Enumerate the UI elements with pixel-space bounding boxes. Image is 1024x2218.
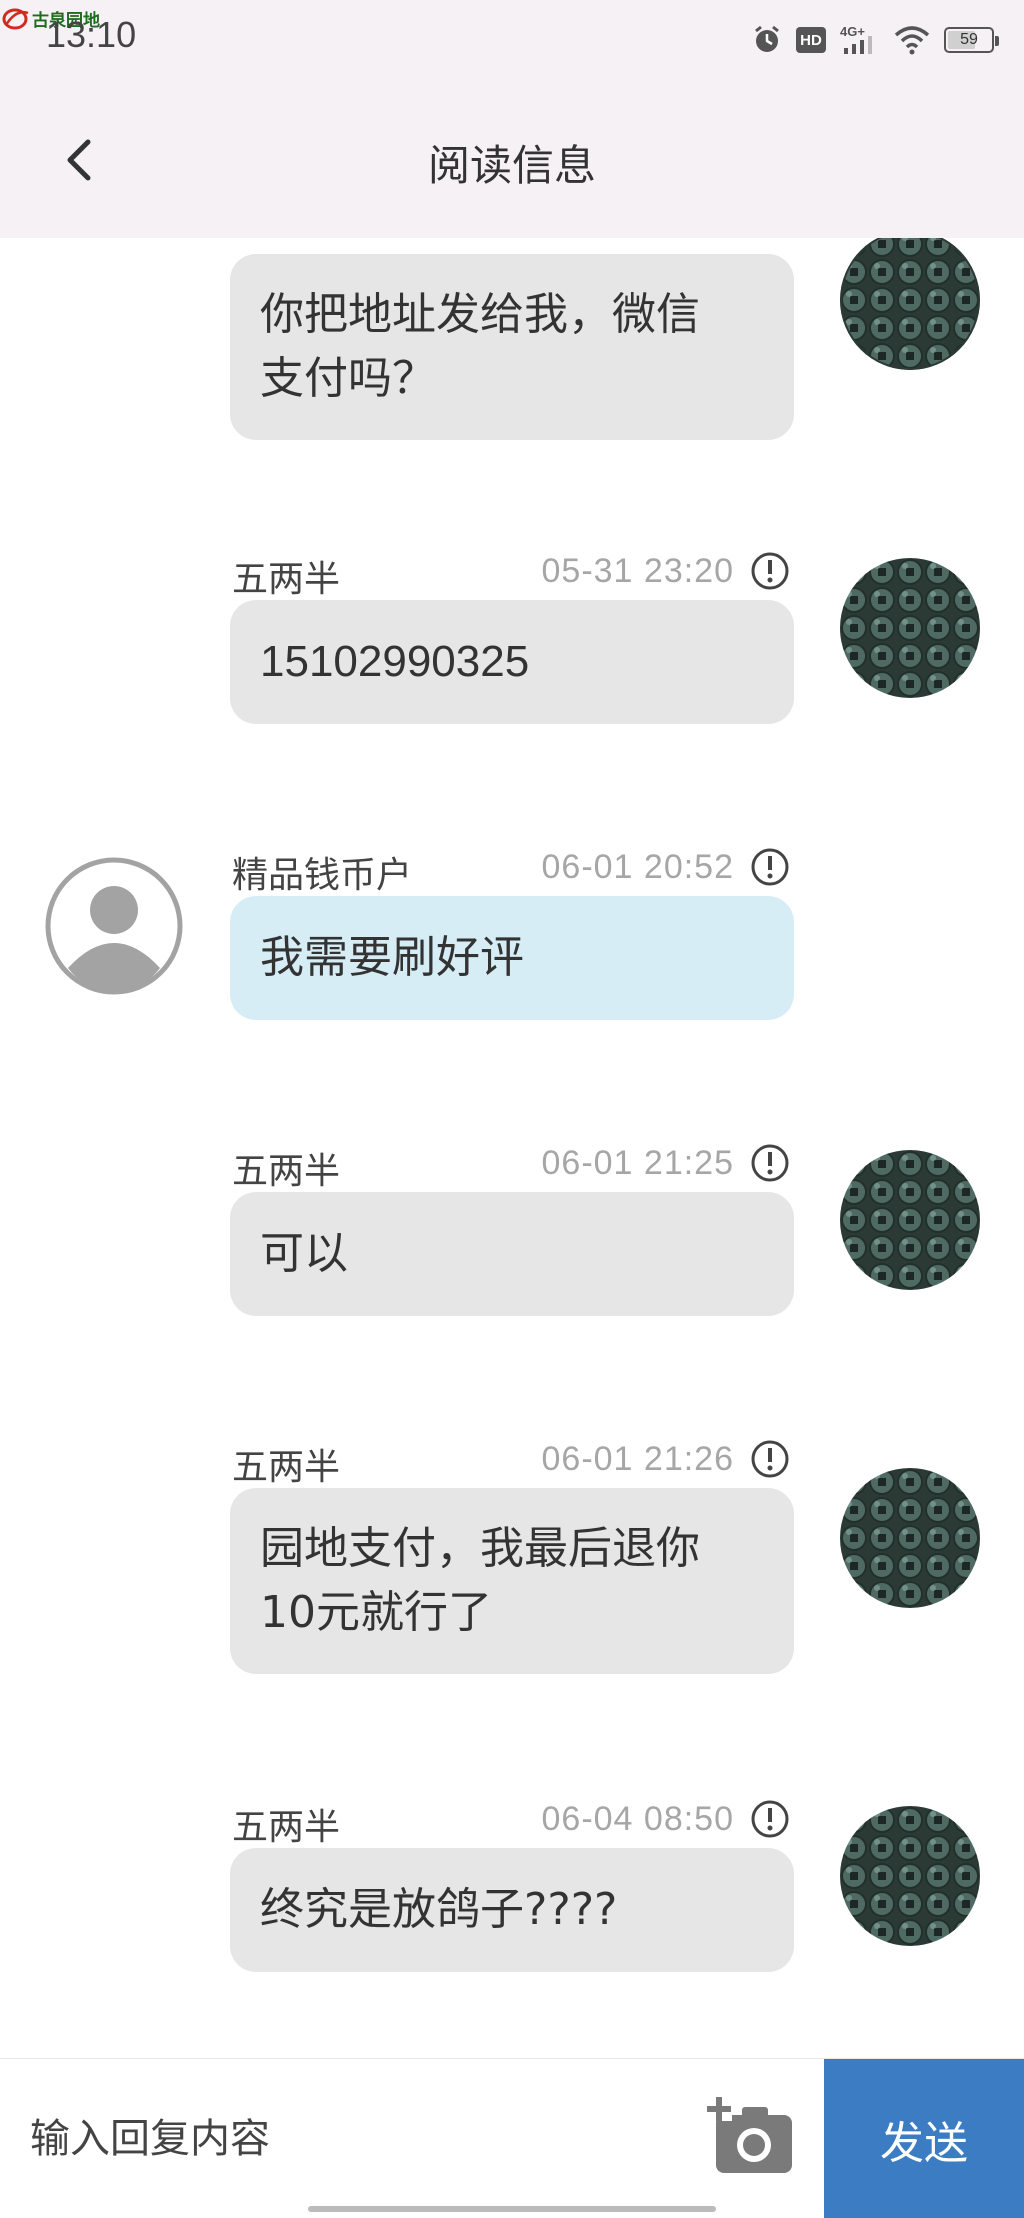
message-bubble: 可以 xyxy=(230,1192,794,1316)
sender-name: 五两半 xyxy=(232,1807,341,1848)
sender-name: 五两半 xyxy=(232,1447,341,1488)
message-text: 可以 xyxy=(260,1228,348,1279)
report-icon[interactable] xyxy=(749,550,791,592)
message-bubble: 终究是放鸽子???? xyxy=(230,1848,794,1972)
battery-tip xyxy=(995,36,999,46)
message-bubble: 园地支付，我最后退你 10元就行了 xyxy=(230,1488,794,1674)
header-bar: 古泉园地 13:10 HD 4G+ 59 阅读信息 xyxy=(0,0,1024,238)
message-time: 06-04 08:50 xyxy=(541,1800,734,1838)
reply-input[interactable] xyxy=(30,2099,670,2179)
message-text-line: 你把地址发给我，微信 xyxy=(260,289,700,340)
message-list[interactable]: 你把地址发给我，微信 支付吗？ 五两半 05-31 23:20 15102990… xyxy=(0,238,1024,2058)
message-text-line: 支付吗？ xyxy=(260,353,436,404)
battery-percent: 59 xyxy=(960,31,978,48)
sender-name: 五两半 xyxy=(232,1151,341,1192)
message-text: 我需要刷好评 xyxy=(260,932,524,983)
message-time: 05-31 23:20 xyxy=(541,552,734,590)
app-logo-icon xyxy=(2,8,29,29)
message-text: 15102990325 xyxy=(260,637,530,686)
message-time: 06-01 20:52 xyxy=(541,848,734,886)
report-icon[interactable] xyxy=(749,1438,791,1480)
cellular-signal-icon: 4G+ xyxy=(840,24,872,54)
reply-composer: 发送 xyxy=(0,2058,1024,2218)
report-icon[interactable] xyxy=(749,1142,791,1184)
message-text-line: 10元就行了 xyxy=(260,1587,492,1638)
report-icon[interactable] xyxy=(749,846,791,888)
user-avatar[interactable] xyxy=(840,1468,980,1608)
user-avatar[interactable] xyxy=(840,558,980,698)
message-time: 06-01 21:26 xyxy=(541,1440,734,1478)
message-bubble: 我需要刷好评 xyxy=(230,896,794,1020)
user-avatar[interactable] xyxy=(840,1150,980,1290)
sender-name: 五两半 xyxy=(232,559,341,600)
status-time: 13:10 xyxy=(46,14,137,55)
message-bubble: 15102990325 xyxy=(230,600,794,724)
alarm-icon xyxy=(755,25,779,52)
default-avatar-icon[interactable] xyxy=(44,856,184,996)
add-photo-icon[interactable] xyxy=(706,2093,796,2179)
sender-name: 精品钱币户 xyxy=(232,855,413,896)
status-icons: HD 4G+ 59 xyxy=(752,22,999,58)
user-avatar[interactable] xyxy=(840,238,980,370)
message-time: 06-01 21:25 xyxy=(541,1144,734,1182)
message-text: 终究是放鸽子???? xyxy=(260,1884,618,1935)
send-button[interactable]: 发送 xyxy=(824,2059,1024,2218)
battery-icon: 59 xyxy=(944,27,999,53)
report-icon[interactable] xyxy=(749,1798,791,1840)
message-bubble: 你把地址发给我，微信 支付吗？ xyxy=(230,254,794,440)
hd-badge: HD xyxy=(796,27,826,53)
user-avatar[interactable] xyxy=(840,1806,980,1946)
home-indicator[interactable] xyxy=(308,2206,716,2212)
page-title: 阅读信息 xyxy=(427,141,596,190)
network-label: 4G+ xyxy=(840,24,865,39)
wifi-icon xyxy=(894,26,930,55)
message-text-line: 园地支付，我最后退你 xyxy=(260,1523,700,1574)
